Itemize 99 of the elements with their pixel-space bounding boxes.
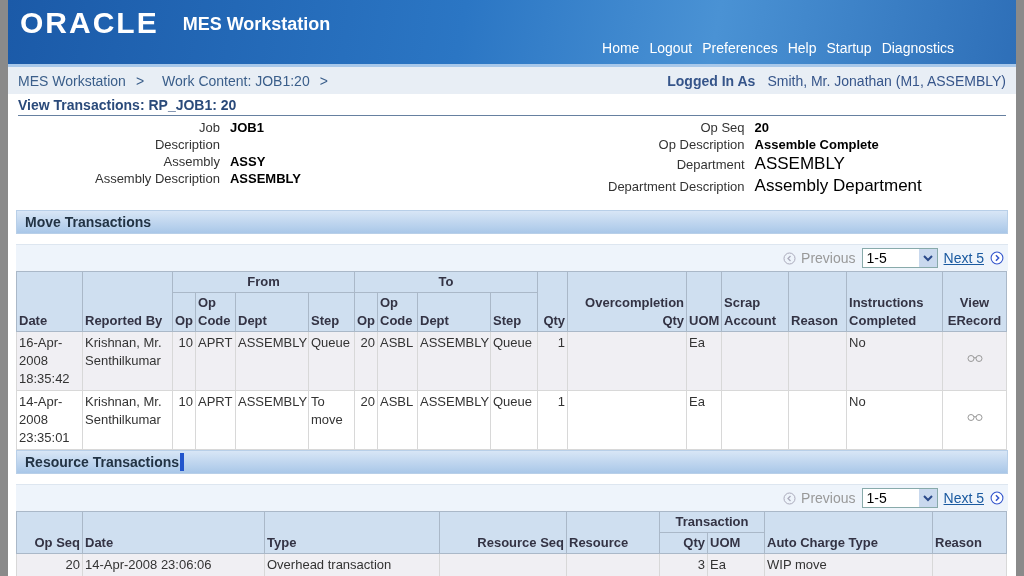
dropdown-icon [918, 249, 937, 267]
column-header: Reported By [82, 271, 173, 332]
column-header: Reason [932, 511, 1007, 554]
table-cell: 20 [360, 394, 375, 409]
column-header: Dept [235, 292, 309, 332]
table-cell: Ea [689, 335, 705, 350]
table-cell: 10 [178, 394, 193, 409]
column-header: Resource Seq [439, 511, 567, 554]
column-header: Overcompletion Qty [567, 271, 687, 332]
previous-icon [783, 491, 797, 505]
field-value: 20 [754, 120, 771, 135]
table-cell: 1 [557, 335, 566, 350]
field-value: Assemble Complete [754, 137, 880, 152]
table-cell: ASBL [380, 335, 414, 350]
field-label: Assembly Description [93, 171, 220, 186]
breadcrumb-separator: > [319, 72, 328, 89]
table-cell: 20 [65, 557, 80, 572]
section-title: Move Transactions [25, 214, 152, 230]
field-value: Assembly Department [754, 176, 922, 196]
column-header: Type [264, 511, 440, 554]
field-value: ASSY [229, 154, 267, 169]
field-value: JOB1 [229, 120, 265, 135]
table-cell: ASSEMBLY [420, 335, 490, 350]
table-cell: APRT [198, 394, 233, 409]
column-header: Scrap Account [721, 271, 789, 332]
nav-link[interactable]: Logout [649, 40, 693, 56]
next-icon[interactable] [990, 491, 1004, 505]
field-label: Description [153, 137, 220, 152]
table-cell: No [849, 394, 866, 409]
column-header: Date [16, 271, 83, 332]
nav-link[interactable]: Help [787, 40, 817, 56]
next-link[interactable]: Next 5 [943, 250, 984, 266]
table-cell: ASBL [380, 394, 414, 409]
field-label: Job [198, 120, 220, 135]
field-label: Op Seq [699, 120, 745, 135]
page-title: View Transactions: RP_JOB1: 20 [18, 97, 1006, 116]
table-cell: 1 [557, 394, 566, 409]
table-cell: 14-Apr-2008 23:35:01 [19, 394, 70, 445]
table-cell: Krishnan, Mr. Senthilkumar [85, 335, 162, 368]
logo: ORACLE [20, 6, 159, 40]
column-group-header: Transaction [659, 511, 765, 533]
nav-link[interactable]: Diagnostics [881, 40, 954, 56]
table-cell: Overhead transaction [267, 557, 392, 572]
table-cell: Ea [689, 394, 705, 409]
table-cell: To move [311, 394, 343, 427]
column-header: View ERecord [942, 271, 1007, 332]
table-cell: Queue [311, 335, 351, 350]
logged-in-label: Logged In As [667, 72, 756, 89]
range-select[interactable]: 1-5 [861, 248, 938, 268]
breadcrumb-link[interactable]: Work Content: JOB1:20 [162, 72, 310, 89]
dropdown-icon [918, 489, 937, 507]
table-cell: APRT [198, 335, 233, 350]
column-header: Dept [417, 292, 491, 332]
table-cell: Queue [493, 394, 533, 409]
column-header: Step [308, 292, 355, 332]
previous-icon [783, 251, 797, 265]
column-group-header: From [172, 271, 355, 293]
column-header: Resource [566, 511, 660, 554]
field-label: Assembly [162, 154, 220, 169]
column-header: Auto Charge Type [764, 511, 933, 554]
column-header: Qty [537, 271, 568, 332]
breadcrumb-link[interactable]: MES Workstation [18, 72, 126, 89]
column-header: Op Code [377, 292, 418, 332]
field-value: ASSEMBLY [754, 154, 846, 174]
app-title: MES Workstation [182, 13, 331, 35]
table-cell: 16-Apr-2008 18:35:42 [19, 335, 70, 386]
field-label: Department [675, 156, 745, 172]
table-cell: ASSEMBLY [238, 394, 308, 409]
table-cell: Ea [710, 557, 726, 572]
table-cell: ASSEMBLY [420, 394, 490, 409]
logged-in-user: Smith, Mr. Jonathan (M1, ASSEMBLY) [767, 72, 1006, 89]
table-cell: 20 [360, 335, 375, 350]
column-header: Op Code [195, 292, 236, 332]
column-header: Op Seq [16, 511, 83, 554]
column-group-header: To [354, 271, 538, 293]
column-header: Instructions Completed [846, 271, 943, 332]
nav-link[interactable]: Preferences [702, 40, 778, 56]
column-header: UOM [686, 271, 722, 332]
table-cell: Queue [493, 335, 533, 350]
column-header: Reason [788, 271, 847, 332]
field-label: Op Description [657, 137, 745, 152]
table-cell: 14-Apr-2008 23:06:06 [85, 557, 212, 572]
field-label: Department Description [608, 178, 745, 194]
nav-link[interactable]: Startup [826, 40, 872, 56]
column-header: Step [490, 292, 538, 332]
nav-link[interactable]: Home [602, 40, 640, 56]
table-cell: Krishnan, Mr. Senthilkumar [85, 394, 162, 427]
column-header: Date [82, 511, 265, 554]
field-value: ASSEMBLY [229, 171, 302, 186]
section-title: Resource Transactions [25, 454, 180, 470]
range-select[interactable]: 1-5 [861, 488, 938, 508]
next-icon[interactable] [990, 251, 1004, 265]
table-cell: 10 [178, 335, 193, 350]
breadcrumb-separator: > [135, 72, 145, 89]
next-link[interactable]: Next 5 [943, 490, 984, 506]
table-cell: 3 [697, 557, 705, 572]
table-cell: No [849, 335, 866, 350]
table-cell: ASSEMBLY [238, 335, 308, 350]
table-cell: WIP move [767, 557, 827, 572]
